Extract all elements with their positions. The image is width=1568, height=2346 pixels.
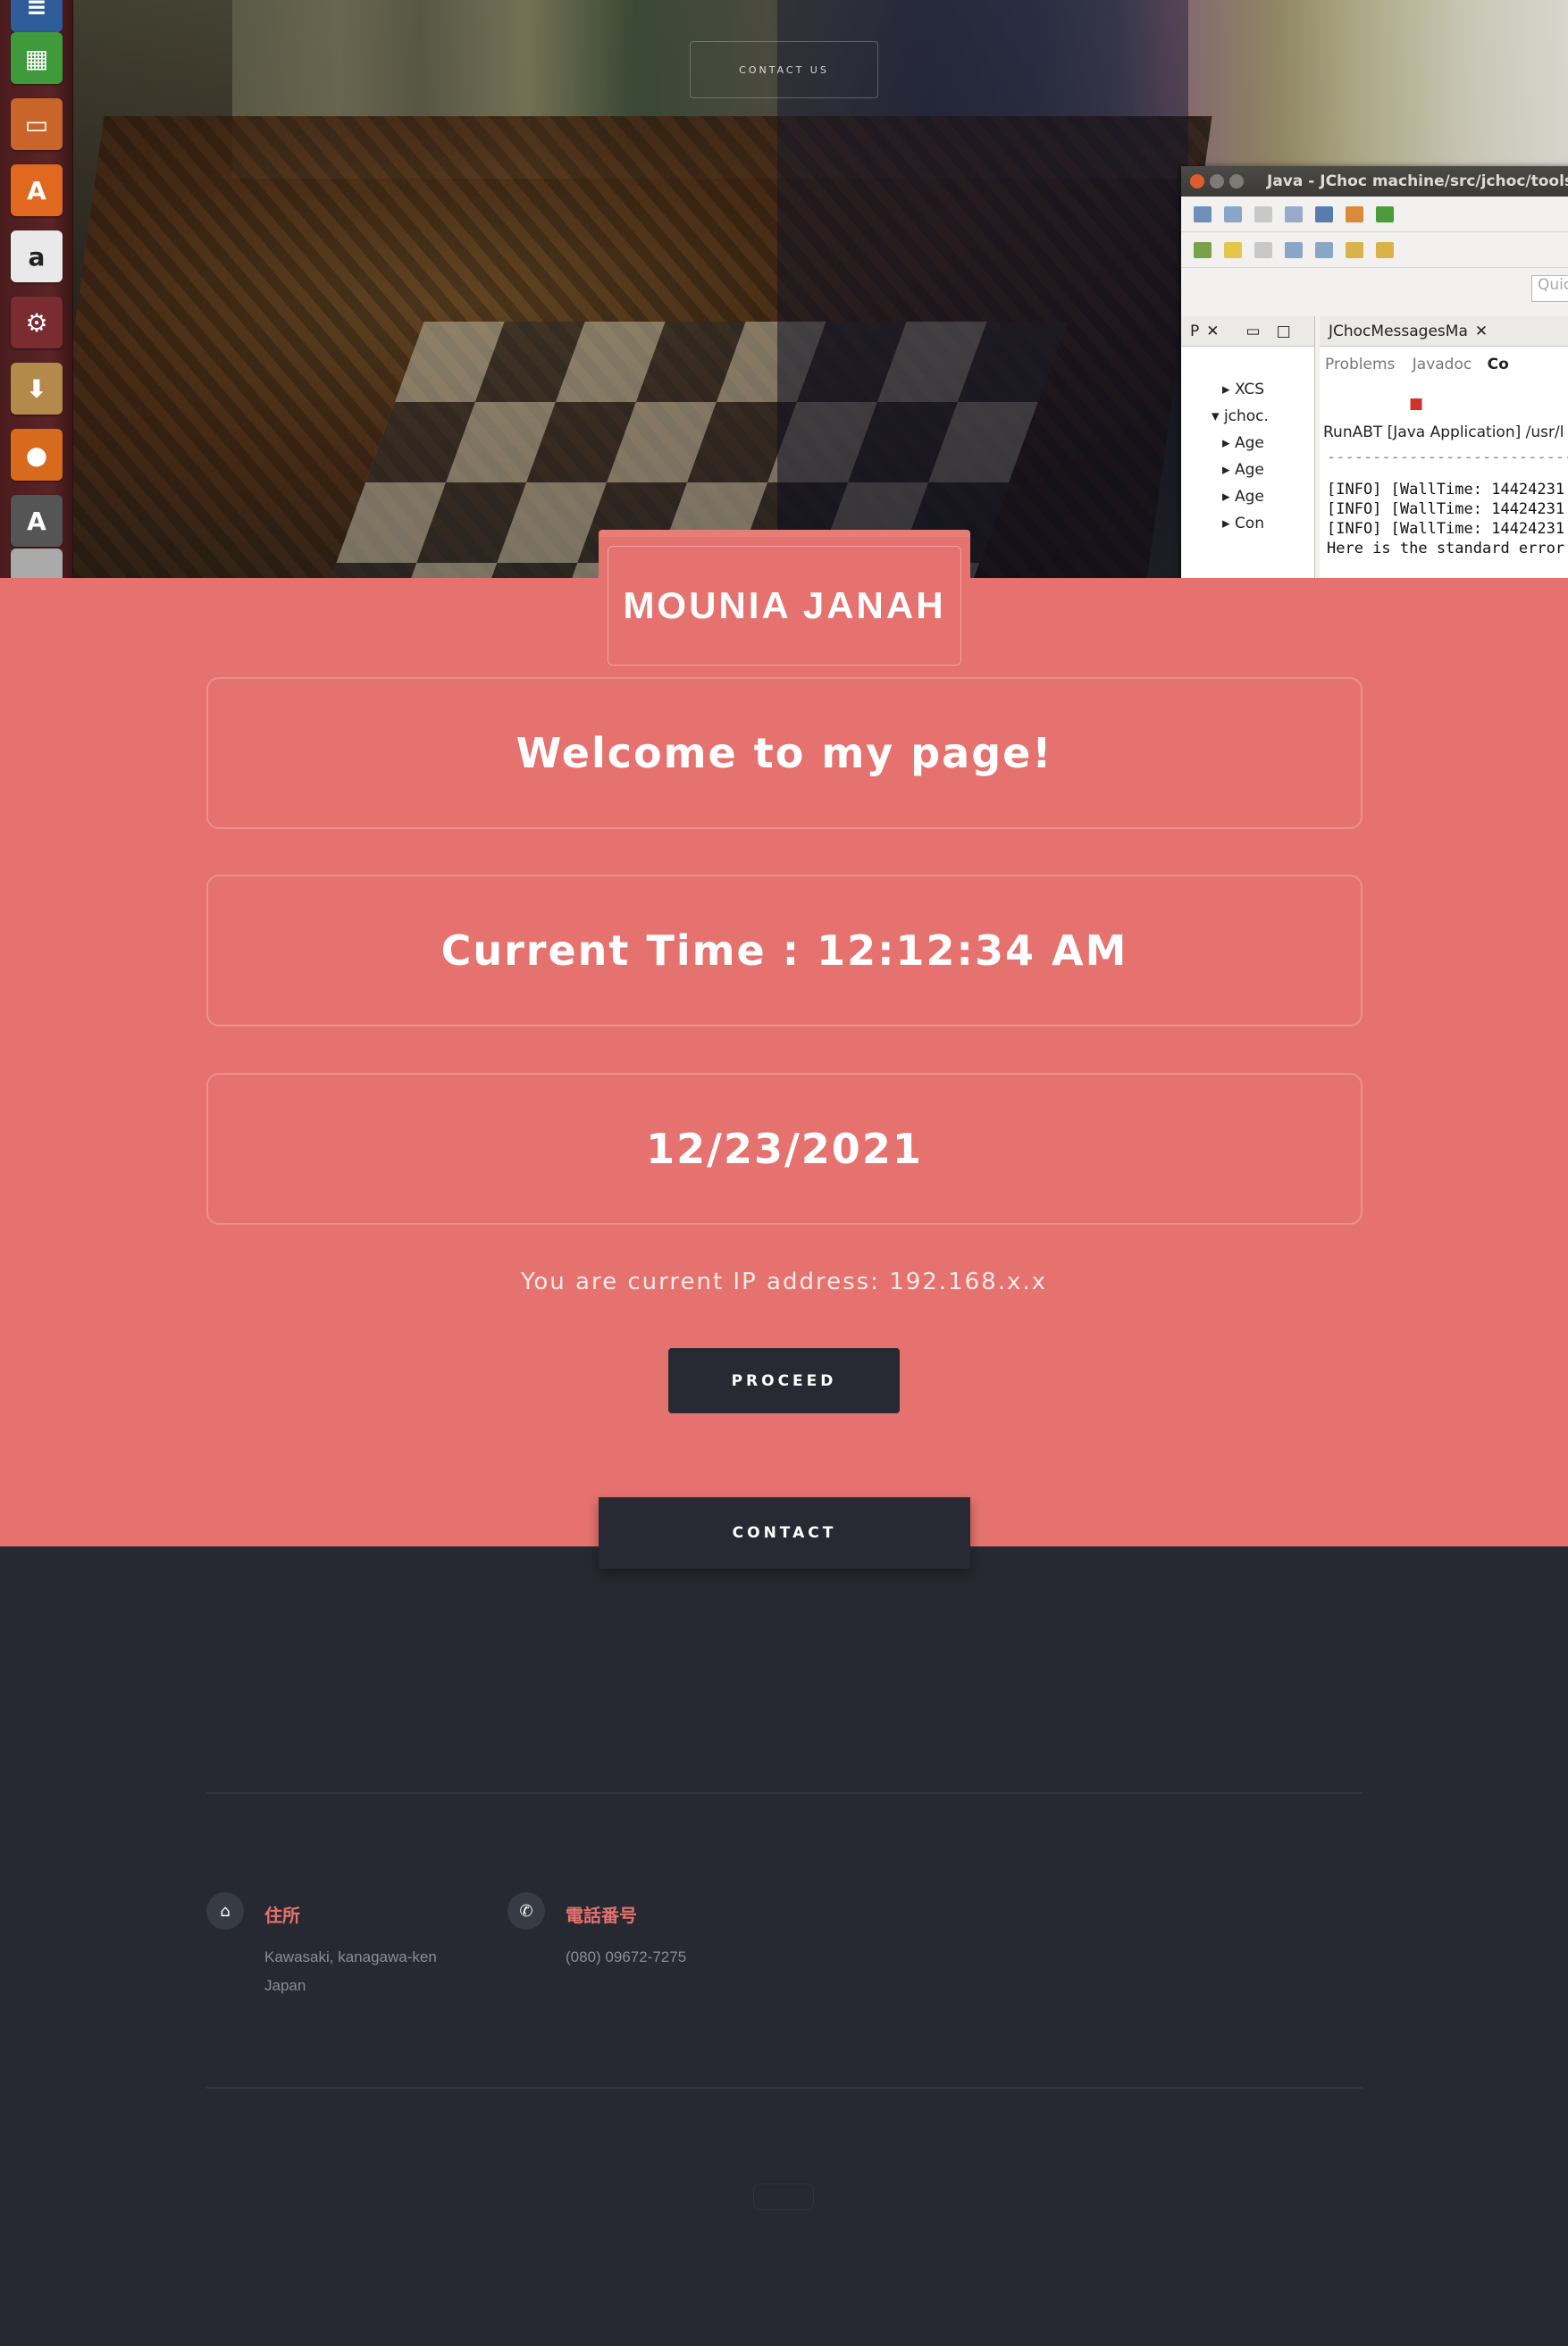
- mark-icon[interactable]: [1254, 241, 1272, 258]
- tree-item[interactable]: ▸ XCS: [1222, 381, 1264, 398]
- package-explorer-tab[interactable]: P ✕ ▭ □: [1181, 316, 1314, 347]
- console-line: [INFO] [WallTime: 14424231: [1327, 520, 1565, 538]
- home-icon: ⌂: [206, 1892, 244, 1930]
- site-owner-name: MOUNIA JANAH: [608, 546, 961, 666]
- editor-tab-label: JChocMessagesMa: [1329, 322, 1468, 340]
- eclipse-window-title: Java - JChoc machine/src/jchoc/tools/: [1267, 172, 1568, 190]
- console-header: RunABT [Java Application] /usr/l: [1323, 423, 1564, 441]
- spreadsheet-icon[interactable]: ▦: [11, 32, 63, 84]
- eclipse-toolbar-row-2: [1181, 232, 1568, 268]
- software-updater-icon[interactable]: A: [11, 495, 63, 547]
- console-line: [INFO] [WallTime: 14424231: [1327, 500, 1565, 518]
- tree-item[interactable]: ▸ Con: [1222, 515, 1264, 532]
- console-tab[interactable]: Co: [1488, 356, 1509, 373]
- contact-us-button[interactable]: CONTACT US: [690, 41, 878, 98]
- address-line-2: Japan: [264, 1977, 306, 1994]
- format-icon[interactable]: [1285, 241, 1303, 258]
- tree-item[interactable]: ▸ Age: [1222, 488, 1264, 506]
- settings-icon[interactable]: ⚙: [11, 297, 63, 348]
- build-icon[interactable]: [1346, 205, 1363, 222]
- footer-divider: [206, 2087, 1363, 2089]
- editor-console-panel: JChocMessagesMa ✕ Problems Javadoc Co ■ …: [1320, 316, 1568, 578]
- welcome-card: Welcome to my page!: [206, 677, 1363, 829]
- phone-icon: ✆: [507, 1892, 545, 1930]
- edit-icon[interactable]: [1224, 241, 1242, 258]
- new-icon[interactable]: [1194, 205, 1212, 222]
- tree-item[interactable]: ▾ jchoc.: [1212, 407, 1269, 425]
- amazon-icon[interactable]: a: [11, 230, 63, 282]
- quick-access-input[interactable]: Quic: [1531, 275, 1568, 302]
- eclipse-titlebar: Java - JChoc machine/src/jchoc/tools/: [1181, 166, 1568, 197]
- console-separator: ---------------------------: [1327, 448, 1568, 466]
- files-icon[interactable]: ≡: [11, 0, 63, 32]
- save-icon[interactable]: [1254, 205, 1272, 222]
- maximize-window-icon[interactable]: [1229, 174, 1244, 189]
- maximize-view-icon[interactable]: □: [1277, 323, 1291, 340]
- date-text: 12/23/2021: [646, 1125, 923, 1173]
- close-window-icon[interactable]: [1190, 174, 1204, 189]
- hero-section: ≡ ▦ ▭ A a ⚙ ⬇ ● A CONTACT US Java - JCho…: [0, 0, 1568, 578]
- eclipse-window: Java - JChoc machine/src/jchoc/tools/ Qu…: [1181, 166, 1568, 578]
- phone-title: 電話番号: [566, 1905, 637, 1926]
- ubuntu-launcher: ≡ ▦ ▭ A a ⚙ ⬇ ● A: [0, 0, 73, 578]
- console-line: Here is the standard error: [1327, 540, 1565, 557]
- editor-tab[interactable]: JChocMessagesMa ✕: [1320, 316, 1568, 347]
- task-icon[interactable]: [1194, 241, 1212, 258]
- annotation-icon[interactable]: [1346, 241, 1363, 258]
- name-banner: MOUNIA JANAH: [599, 530, 970, 673]
- address-title: 住所: [264, 1905, 300, 1926]
- archive-icon[interactable]: ⬇: [11, 363, 63, 415]
- close-tab-icon[interactable]: ✕: [1475, 323, 1488, 340]
- package-explorer-tab-label: P: [1190, 322, 1200, 340]
- footer-divider: [206, 1792, 1363, 1794]
- drive-icon[interactable]: [11, 549, 63, 578]
- run-icon[interactable]: [1376, 205, 1394, 222]
- javadoc-tab[interactable]: Javadoc: [1413, 356, 1472, 373]
- contact-tab[interactable]: CONTACT: [599, 1497, 970, 1569]
- minimize-view-icon[interactable]: ▭: [1246, 323, 1261, 340]
- terminate-icon[interactable]: ■: [1409, 395, 1423, 413]
- ip-address-text: You are current IP address: 192.168.x.x: [520, 1269, 1048, 1295]
- print-icon[interactable]: [1285, 205, 1303, 222]
- time-card: Current Time : 12:12:34 AM: [206, 875, 1363, 1026]
- views-tabbar: Problems Javadoc Co: [1325, 356, 1509, 373]
- firefox-icon[interactable]: ●: [11, 429, 63, 481]
- presentation-icon[interactable]: ▭: [11, 98, 63, 150]
- minimize-window-icon[interactable]: [1210, 174, 1224, 189]
- scroll-top-button[interactable]: [753, 2183, 814, 2210]
- console-line: [INFO] [WallTime: 14424231: [1327, 481, 1565, 499]
- date-card: 12/23/2021: [206, 1073, 1363, 1225]
- package-explorer-panel: P ✕ ▭ □ ▸ XCS ▾ jchoc. ▸ Age ▸ Age ▸ Age…: [1181, 316, 1315, 578]
- address-line-1: Kawasaki, kanagawa-ken: [264, 1948, 437, 1965]
- paragraph-icon[interactable]: [1315, 241, 1333, 258]
- tree-item[interactable]: ▸ Age: [1222, 434, 1264, 452]
- phone-number: (080) 09672-7275: [566, 1948, 687, 1965]
- current-time-text: Current Time : 12:12:34 AM: [440, 926, 1128, 975]
- problems-tab[interactable]: Problems: [1325, 356, 1395, 373]
- back-icon[interactable]: [1376, 241, 1394, 258]
- proceed-button[interactable]: PROCEED: [668, 1348, 900, 1413]
- eclipse-toolbar-row-1: [1181, 197, 1568, 232]
- debug-icon[interactable]: [1315, 205, 1333, 222]
- close-tab-icon[interactable]: ✕: [1206, 323, 1219, 340]
- open-icon[interactable]: [1224, 205, 1242, 222]
- welcome-text: Welcome to my page!: [516, 729, 1053, 777]
- tree-item[interactable]: ▸ Age: [1222, 461, 1264, 479]
- software-center-icon[interactable]: A: [11, 164, 63, 216]
